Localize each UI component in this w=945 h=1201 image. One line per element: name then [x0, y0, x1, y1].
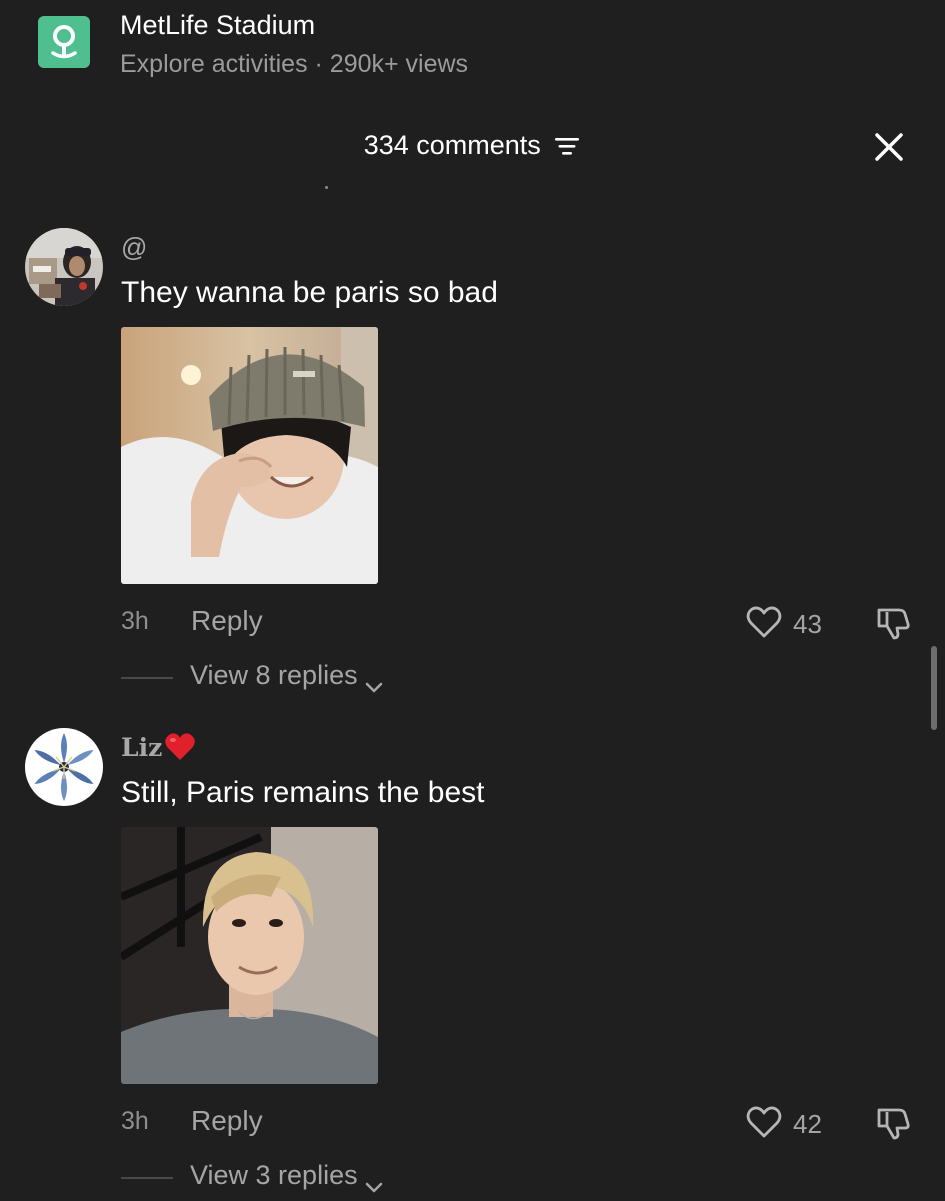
avatar[interactable]	[25, 228, 103, 306]
comment-username[interactable]: @	[121, 232, 147, 263]
map-pin-icon	[38, 16, 90, 68]
sort-lines-icon[interactable]	[553, 135, 581, 157]
red-heart-icon	[164, 732, 196, 762]
view-replies-button[interactable]: View 8 replies	[190, 660, 384, 693]
comment-image[interactable]	[121, 827, 378, 1084]
comments-title[interactable]: 334 comments	[0, 130, 945, 161]
location-title[interactable]: MetLife Stadium	[120, 10, 315, 41]
reply-button[interactable]: Reply	[191, 605, 263, 637]
comment-text: Still, Paris remains the best	[121, 776, 485, 809]
view-replies-label: View 3 replies	[190, 1160, 358, 1190]
location-header[interactable]: MetLife Stadium Explore activities · 290…	[0, 0, 945, 95]
comment-time: 3h	[121, 1107, 149, 1135]
comment-time: 3h	[121, 607, 149, 635]
scrollbar[interactable]	[931, 646, 937, 730]
like-count: 43	[793, 609, 822, 639]
view-replies-button[interactable]: View 3 replies	[190, 1160, 384, 1193]
replies-divider	[121, 677, 173, 679]
replies-divider	[121, 1177, 173, 1179]
comment-image[interactable]	[121, 327, 378, 584]
like-count: 42	[793, 1109, 822, 1139]
username-text: Liz	[121, 733, 163, 762]
avatar[interactable]	[25, 728, 103, 806]
heart-outline-icon[interactable]	[745, 1104, 783, 1140]
heart-outline-icon[interactable]	[745, 604, 783, 640]
close-icon[interactable]	[870, 128, 908, 166]
thumbs-down-icon[interactable]	[873, 602, 913, 642]
thumbs-down-icon[interactable]	[873, 1102, 913, 1142]
location-subtitle: Explore activities · 290k+ views	[120, 50, 469, 78]
scroll-dot	[325, 186, 328, 189]
view-replies-label: View 8 replies	[190, 660, 358, 690]
comments-count: 334 comments	[363, 130, 541, 160]
chevron-down-icon	[364, 670, 384, 693]
chevron-down-icon	[364, 1170, 384, 1193]
comments-header: 334 comments	[0, 120, 945, 180]
comment-username[interactable]: Liz	[121, 732, 196, 762]
comment-text: They wanna be paris so bad	[121, 276, 498, 309]
reply-button[interactable]: Reply	[191, 1105, 263, 1137]
